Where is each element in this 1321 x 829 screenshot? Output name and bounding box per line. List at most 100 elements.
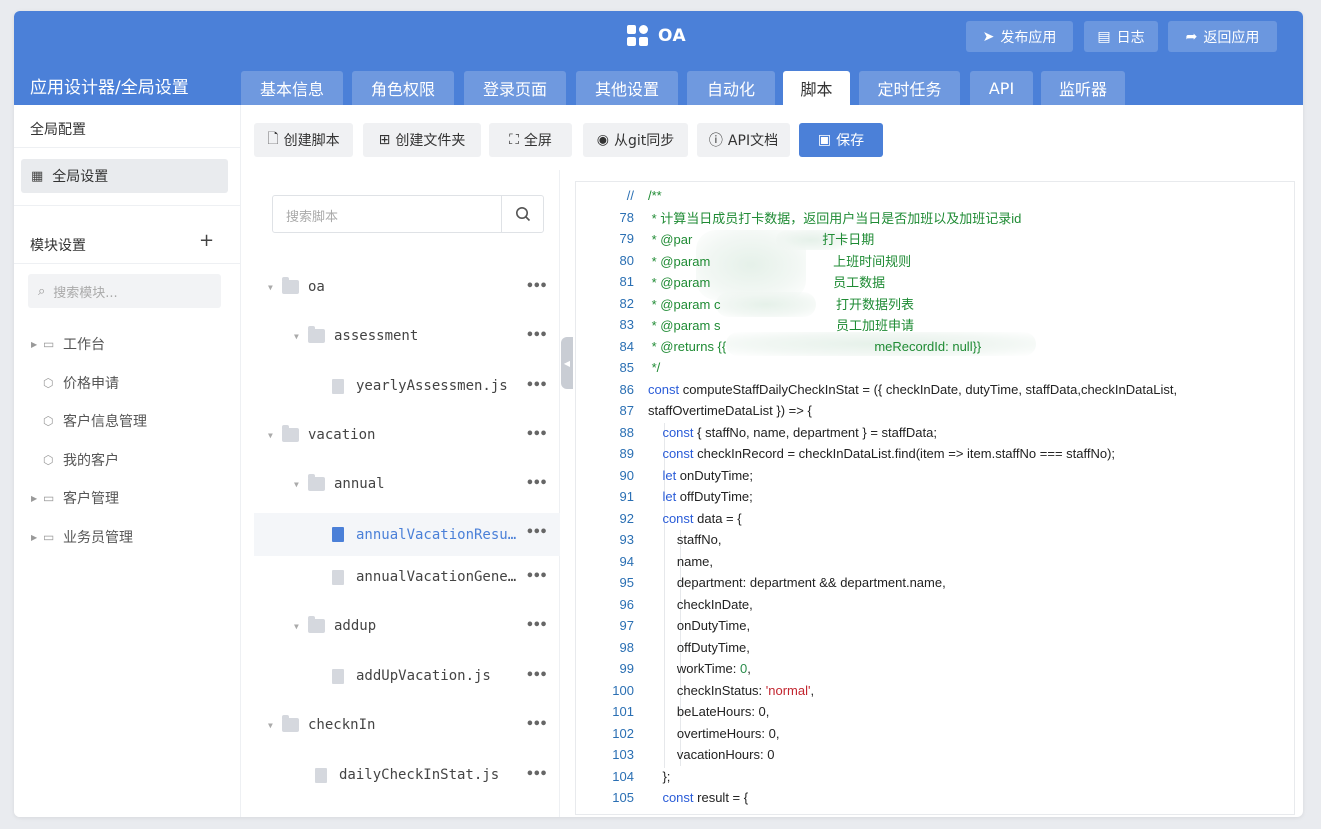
code-line: 100 checkInStatus: 'normal', xyxy=(576,680,814,701)
code-token: staffOvertimeDataList }) => { xyxy=(648,403,812,418)
tree-node-label: annualVacationGene… xyxy=(356,569,517,585)
back-to-app-button[interactable]: ➦ 返回应用 xyxy=(1168,21,1277,52)
code-text: * 计算当日成员打卡数据，返回用户当日是否加班以及加班记录id xyxy=(648,208,1022,227)
tree-file-annual-vacation-generate[interactable]: annualVacationGene… ••• xyxy=(254,557,560,597)
sidebar-item-global-settings[interactable]: ▦ 全局设置 xyxy=(21,159,228,193)
publish-app-button[interactable]: ➤ 发布应用 xyxy=(966,21,1073,52)
code-line: 98 offDutyTime, xyxy=(576,637,750,658)
search-icon[interactable] xyxy=(501,196,543,232)
more-icon[interactable]: ••• xyxy=(526,427,548,442)
code-token: checkInDate, xyxy=(648,596,753,612)
save-button[interactable]: ▣ 保存 xyxy=(799,123,883,157)
code-line: 105 const result = { xyxy=(576,787,748,808)
tab-script[interactable]: 脚本 xyxy=(783,71,850,105)
fullscreen-button[interactable]: ⛶ 全屏 xyxy=(489,123,572,157)
sidebar-item-label: 客户信息管理 xyxy=(63,414,147,430)
tab-login-page[interactable]: 登录页面 xyxy=(464,71,566,105)
tab-role-permissions[interactable]: 角色权限 xyxy=(352,71,454,105)
add-module-icon[interactable]: + xyxy=(199,230,214,251)
more-icon[interactable]: ••• xyxy=(526,618,548,633)
code-token: * 计算当日成员打卡数据，返回用户当日是否加班以及加班记录id xyxy=(648,210,1022,226)
code-line: // /** xyxy=(576,185,662,206)
save-label: 保存 xyxy=(836,133,865,149)
module-search-input[interactable]: ⌕ 搜索模块... xyxy=(28,274,221,308)
tree-folder-vacation[interactable]: ▼ vacation ••• xyxy=(254,415,560,455)
line-number: 97 xyxy=(619,618,634,633)
tree-folder-checkin[interactable]: ▼ checknIn ••• xyxy=(254,705,560,745)
tree-node-label: dailyCheckInStat.js xyxy=(339,767,500,783)
code-token: overtimeHours: 0, xyxy=(648,725,780,741)
caret-down-icon: ▼ xyxy=(268,430,273,440)
tab-other-settings[interactable]: 其他设置 xyxy=(576,71,678,105)
module-search-placeholder: 搜索模块... xyxy=(53,285,118,301)
code-line: 83 * @param s 员工加班申请 xyxy=(576,314,915,335)
tree-folder-oa[interactable]: ▼ oa ••• xyxy=(254,267,560,307)
caret-down-icon: ▼ xyxy=(268,720,273,730)
code-token: , xyxy=(747,661,751,676)
line-number: 100 xyxy=(612,682,634,698)
tree-file-yearly-assessment[interactable]: yearlyAssessmen.js ••• xyxy=(254,366,560,406)
git-sync-label: 从git同步 xyxy=(613,133,675,149)
tree-file-daily-checkin-stat[interactable]: dailyCheckInStat.js ••• xyxy=(254,755,560,795)
sidebar-item-my-customers[interactable]: ⬡ 我的客户 xyxy=(31,450,119,470)
panel-collapse-handle[interactable]: ◀ xyxy=(561,337,573,389)
tab-scheduled-tasks[interactable]: 定时任务 xyxy=(859,71,960,105)
create-script-label: 创建脚本 xyxy=(283,133,340,149)
code-line: 85 */ xyxy=(576,357,661,378)
line-number: 94 xyxy=(619,553,634,569)
more-icon[interactable]: ••• xyxy=(526,378,548,393)
script-search-placeholder: 搜索脚本 xyxy=(286,210,339,225)
line-number: 78 xyxy=(619,209,634,225)
code-token: */ xyxy=(648,360,661,375)
tree-node-label: addup xyxy=(334,618,377,634)
tab-basic-info[interactable]: 基本信息 xyxy=(241,71,343,105)
sidebar-item-customer-info[interactable]: ⬡ 客户信息管理 xyxy=(31,411,147,431)
tab-listener[interactable]: 监听器 xyxy=(1041,71,1125,105)
code-text: }; xyxy=(648,769,670,784)
sidebar-item-customer-management[interactable]: ▶ ▭ 客户管理 xyxy=(31,488,119,508)
caret-down-icon: ▼ xyxy=(294,621,299,631)
line-number: 83 xyxy=(619,317,634,332)
more-icon[interactable]: ••• xyxy=(526,328,548,343)
divider xyxy=(14,263,241,264)
more-icon[interactable]: ••• xyxy=(526,279,548,294)
api-docs-button[interactable]: ⓘ API文档 xyxy=(697,123,790,157)
tab-api[interactable]: API xyxy=(970,71,1033,105)
git-sync-button[interactable]: ◉ 从git同步 xyxy=(583,123,688,157)
code-text: onDutyTime, xyxy=(648,618,750,633)
folder-icon xyxy=(308,326,325,343)
code-line: 96 checkInDate, xyxy=(576,594,753,615)
folder-icon xyxy=(308,616,325,633)
tree-folder-assessment[interactable]: ▼ assessment ••• xyxy=(254,316,560,356)
script-search-input[interactable]: 搜索脚本 xyxy=(272,195,544,233)
code-string: 'normal' xyxy=(765,682,811,698)
code-text: let onDutyTime; xyxy=(648,468,753,483)
tree-file-annual-vacation-result[interactable]: annualVacationResu… ••• xyxy=(254,513,560,556)
more-icon[interactable]: ••• xyxy=(526,525,548,540)
sidebar-item-price-request[interactable]: ⬡ 价格申请 xyxy=(31,373,119,393)
code-token: vacationHours: 0 xyxy=(648,747,775,762)
more-icon[interactable]: ••• xyxy=(526,476,548,491)
code-editor[interactable]: ///** 78 * 计算当日成员打卡数据，返回用户当日是否加班以及加班记录id 7… xyxy=(575,181,1295,815)
tree-folder-addup[interactable]: ▼ addup ••• xyxy=(254,606,560,646)
more-icon[interactable]: ••• xyxy=(526,767,548,782)
file-icon xyxy=(332,569,344,585)
code-token: computeStaffDailyCheckInStat = ({ checkI… xyxy=(679,381,1178,397)
sidebar-item-workbench[interactable]: ▶ ▭ 工作台 xyxy=(31,334,105,354)
create-folder-label: 创建文件夹 xyxy=(395,133,466,149)
app-logo-icon xyxy=(627,25,649,47)
code-keyword: const xyxy=(648,446,694,461)
more-icon[interactable]: ••• xyxy=(526,668,548,683)
sidebar: 全局配置 ▦ 全局设置 模块设置 + ⌕ 搜索模块... ▶ ▭ 工作台 ⬡ 价… xyxy=(14,105,241,817)
tree-folder-annual[interactable]: ▼ annual ••• xyxy=(254,464,560,504)
code-token: staffNo, xyxy=(648,532,722,547)
sidebar-item-salesperson-management[interactable]: ▶ ▭ 业务员管理 xyxy=(31,527,133,547)
more-icon[interactable]: ••• xyxy=(526,569,548,584)
create-folder-button[interactable]: ⊞ 创建文件夹 xyxy=(363,123,481,157)
more-icon[interactable]: ••• xyxy=(526,717,548,732)
tab-automation[interactable]: 自动化 xyxy=(687,71,775,105)
create-script-button[interactable]: 🗋 创建脚本 xyxy=(254,123,353,157)
log-button[interactable]: ▤ 日志 xyxy=(1084,21,1158,52)
code-text: const result = { xyxy=(648,790,748,805)
tree-file-addup-vacation[interactable]: addUpVacation.js ••• xyxy=(254,656,560,696)
